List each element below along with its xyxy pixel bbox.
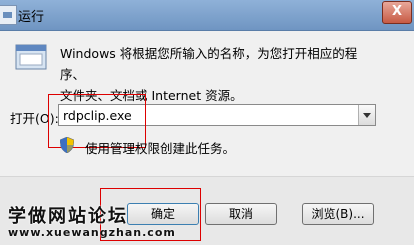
cancel-button[interactable]: 取消 [205,203,277,225]
shield-icon [60,137,74,153]
close-button[interactable]: X [382,1,412,24]
watermark: 学做网站论坛 www.xuewangzhan.com [0,198,175,244]
browse-button[interactable]: 浏览(B)... [302,203,374,225]
window-title: 运行 [18,10,45,25]
watermark-title: 学做网站论坛 [8,206,128,227]
description-line-1: Windows 将根据您所输入的名称，为您打开相应的程序、 [60,46,358,82]
run-app-icon [15,44,47,70]
run-window-icon [0,5,17,25]
title-bar: 运行 X [0,0,414,31]
dropdown-arrow-icon[interactable] [358,105,375,125]
watermark-url: www.xuewangzhan.com [8,226,176,239]
admin-note: 使用管理权限创建此任务。 [85,141,236,156]
